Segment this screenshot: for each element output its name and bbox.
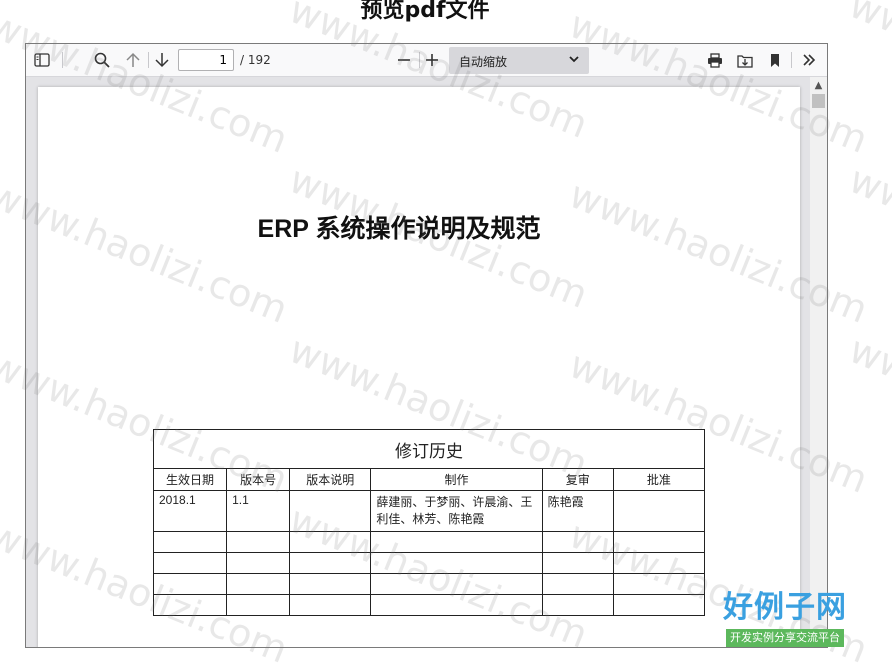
print-icon[interactable] <box>703 48 727 72</box>
toolbar-divider <box>791 52 792 68</box>
search-icon[interactable] <box>90 48 114 72</box>
sidebar-toggle-icon[interactable] <box>30 48 54 72</box>
column-header: 批准 <box>612 468 706 491</box>
download-icon[interactable] <box>733 48 757 72</box>
next-page-icon[interactable] <box>150 48 174 72</box>
vertical-scrollbar[interactable]: ▲ <box>810 77 827 647</box>
revision-table-caption: 修订历史 <box>153 429 705 469</box>
table-cell: 薛建丽、于梦丽、许晨渝、王利佳、林芳、陈艳霞 <box>370 490 543 532</box>
chevron-down-icon <box>569 52 579 66</box>
page-number-input[interactable] <box>178 49 234 71</box>
watermark-text: www.haolizi.com <box>843 157 892 317</box>
zoom-out-icon[interactable] <box>392 48 416 72</box>
table-cell <box>289 490 372 532</box>
table-cell <box>612 490 706 532</box>
column-header: 版本说明 <box>289 468 372 491</box>
pdf-page: ERP 系统操作说明及规范 修订历史 生效日期 版本号 版本说明 制作 复审 批… <box>38 87 800 647</box>
table-row <box>152 531 706 553</box>
table-cell: 陈艳霞 <box>541 490 614 532</box>
toolbar-divider <box>62 52 63 68</box>
column-header: 生效日期 <box>152 468 228 491</box>
zoom-select[interactable]: 自动缩放 <box>449 47 589 74</box>
table-row <box>152 594 706 616</box>
logo-main-text: 好例子网 <box>723 590 847 625</box>
page-count: / 192 <box>240 53 271 67</box>
logo-subtitle: 开发实例分享交流平台 <box>726 629 844 647</box>
column-header: 制作 <box>370 468 543 491</box>
toolbar-divider <box>148 52 149 68</box>
column-header: 复审 <box>541 468 614 491</box>
bookmark-icon[interactable] <box>763 48 787 72</box>
table-row <box>152 573 706 595</box>
watermark-text: www.haolizi.com <box>843 327 892 487</box>
table-row <box>152 552 706 574</box>
document-view[interactable]: ERP 系统操作说明及规范 修订历史 生效日期 版本号 版本说明 制作 复审 批… <box>26 77 827 647</box>
zoom-select-value: 自动缩放 <box>459 55 508 69</box>
column-header: 版本号 <box>226 468 291 491</box>
pdf-viewer: / 192 自动缩放 ERP 系统操作说明及规范 <box>25 43 828 648</box>
tools-menu-icon[interactable] <box>797 48 821 72</box>
table-row: 2018.1 1.1 薛建丽、于梦丽、许晨渝、王利佳、林芳、陈艳霞 陈艳霞 <box>152 490 706 532</box>
document-title: ERP 系统操作说明及规范 <box>257 215 541 243</box>
viewer-toolbar: / 192 自动缩放 <box>26 44 827 77</box>
watermark-text: www.haolizi.com <box>843 0 892 142</box>
site-logo: 好例子网 开发实例分享交流平台 <box>710 590 860 652</box>
page-heading: 预览pdf文件 <box>360 0 490 23</box>
scroll-thumb[interactable] <box>812 94 825 108</box>
table-cell: 2018.1 <box>152 490 228 532</box>
zoom-in-icon[interactable] <box>420 48 444 72</box>
scroll-up-icon[interactable]: ▲ <box>810 77 827 94</box>
revision-history-table: 修订历史 生效日期 版本号 版本说明 制作 复审 批准 2018.1 1.1 薛… <box>152 429 706 616</box>
table-cell: 1.1 <box>226 490 291 532</box>
previous-page-icon[interactable] <box>121 48 145 72</box>
